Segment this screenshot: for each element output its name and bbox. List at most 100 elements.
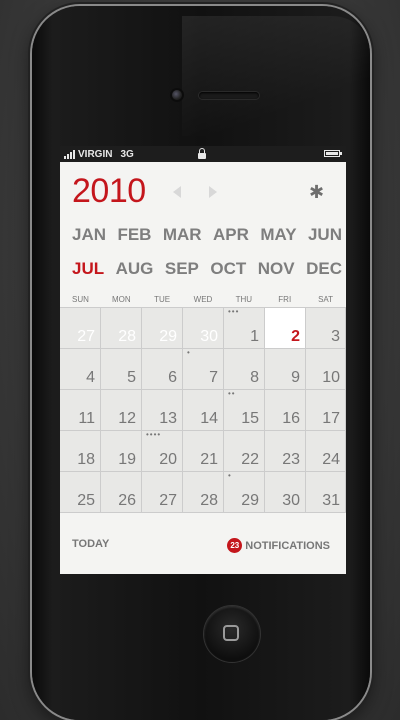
day-number: 16 xyxy=(282,410,300,427)
day-number: 30 xyxy=(282,492,300,509)
weekday-thu: THU xyxy=(235,295,253,304)
status-bar: VIRGIN 3G xyxy=(60,146,346,162)
day-number: 19 xyxy=(118,451,136,468)
lock-icon xyxy=(198,148,206,159)
day-cell[interactable]: 26 xyxy=(101,472,142,513)
earpiece-speaker xyxy=(199,92,259,99)
weekday-sat: SAT xyxy=(318,295,334,304)
calendar-grid: 27 28 29 30 ••• 1 2 3 4 5 6 • 7 8 9 10 11 12 13 14 •• 15 16 17 1… xyxy=(60,307,346,513)
month-jun[interactable]: JUN xyxy=(308,225,342,245)
day-cell[interactable]: 23 xyxy=(265,431,306,472)
day-cell[interactable]: 18 xyxy=(60,431,101,472)
day-number: 29 xyxy=(241,492,259,509)
day-cell[interactable]: • 29 xyxy=(224,472,265,513)
day-cell[interactable]: 25 xyxy=(60,472,101,513)
day-number: 28 xyxy=(118,328,136,345)
month-aug[interactable]: AUG xyxy=(116,259,154,279)
day-cell[interactable]: 9 xyxy=(265,349,306,390)
day-cell[interactable]: 28 xyxy=(101,308,142,349)
month-sep[interactable]: SEP xyxy=(165,259,199,279)
day-number: 9 xyxy=(291,369,300,386)
month-row-2: JUL AUG SEP OCT NOV DEC xyxy=(72,259,342,279)
network-type: 3G xyxy=(120,148,134,160)
day-number: 13 xyxy=(159,410,177,427)
day-cell[interactable]: 31 xyxy=(306,472,346,513)
month-nov[interactable]: NOV xyxy=(258,259,295,279)
weekday-mon: MON xyxy=(111,295,131,304)
month-feb[interactable]: FEB xyxy=(117,225,151,245)
day-cell[interactable]: 30 xyxy=(265,472,306,513)
day-cell[interactable]: 19 xyxy=(101,431,142,472)
month-jan[interactable]: JAN xyxy=(72,225,106,245)
chevron-right-icon[interactable] xyxy=(209,186,217,198)
month-mar[interactable]: MAR xyxy=(163,225,202,245)
day-cell[interactable]: •• 15 xyxy=(224,390,265,431)
day-number: 29 xyxy=(159,328,177,345)
day-cell[interactable]: 24 xyxy=(306,431,346,472)
day-cell[interactable]: 13 xyxy=(142,390,183,431)
month-may[interactable]: MAY xyxy=(260,225,296,245)
day-cell[interactable]: • 7 xyxy=(183,349,224,390)
day-cell[interactable]: 5 xyxy=(101,349,142,390)
day-cell[interactable]: 21 xyxy=(183,431,224,472)
day-cell[interactable]: 27 xyxy=(142,472,183,513)
weekday-wed: WED xyxy=(193,295,213,304)
app-screen: VIRGIN 3G 2010 ✱ JAN FEB MAR APR MAY JUN… xyxy=(60,146,346,574)
day-number: 21 xyxy=(200,451,218,468)
month-apr[interactable]: APR xyxy=(213,225,249,245)
weekday-tue: TUE xyxy=(154,295,171,304)
day-cell[interactable]: 6 xyxy=(142,349,183,390)
day-cell[interactable]: 2 xyxy=(265,308,306,349)
day-number: 25 xyxy=(77,492,95,509)
event-dots: •••• xyxy=(146,430,162,439)
day-cell[interactable]: 29 xyxy=(142,308,183,349)
notifications-count-badge: 23 xyxy=(227,538,243,553)
home-button[interactable] xyxy=(204,606,260,662)
month-oct[interactable]: OCT xyxy=(210,259,246,279)
day-cell[interactable]: 28 xyxy=(183,472,224,513)
day-number: 30 xyxy=(200,328,218,345)
day-cell[interactable]: 10 xyxy=(306,349,346,390)
day-cell[interactable]: 27 xyxy=(60,308,101,349)
gear-icon[interactable]: ✱ xyxy=(309,183,324,201)
year-label: 2010 xyxy=(72,172,146,210)
day-cell[interactable]: 12 xyxy=(101,390,142,431)
today-button[interactable]: TODAY xyxy=(72,538,109,550)
day-number: 1 xyxy=(250,328,259,345)
day-number: 4 xyxy=(86,369,95,386)
day-number: 11 xyxy=(78,410,95,427)
day-cell[interactable]: 16 xyxy=(265,390,306,431)
day-cell[interactable]: 17 xyxy=(306,390,346,431)
day-cell[interactable]: 4 xyxy=(60,349,101,390)
day-cell[interactable]: 14 xyxy=(183,390,224,431)
notifications-label: NOTIFICATIONS xyxy=(245,539,330,552)
event-dots: • xyxy=(187,348,191,357)
day-cell[interactable]: 3 xyxy=(306,308,346,349)
signal-strength-icon xyxy=(64,149,75,159)
day-cell[interactable]: •••• 20 xyxy=(142,431,183,472)
footer-bar: TODAY 23 NOTIFICATIONS xyxy=(60,536,346,556)
chevron-left-icon[interactable] xyxy=(173,186,181,198)
month-jul[interactable]: JUL xyxy=(72,259,104,279)
weekday-fri: FRI xyxy=(278,295,292,304)
day-number: 7 xyxy=(209,369,218,386)
front-camera xyxy=(172,90,182,100)
day-cell[interactable]: 11 xyxy=(60,390,101,431)
day-number: 24 xyxy=(322,451,340,468)
day-number: 14 xyxy=(200,410,218,427)
day-number: 23 xyxy=(282,451,300,468)
day-cell[interactable]: 22 xyxy=(224,431,265,472)
weekday-sun: SUN xyxy=(71,295,89,304)
event-dots: •• xyxy=(228,389,236,398)
day-cell[interactable]: 30 xyxy=(183,308,224,349)
day-cell[interactable]: 8 xyxy=(224,349,265,390)
notifications-button[interactable]: 23 NOTIFICATIONS xyxy=(227,538,330,553)
month-row-1: JAN FEB MAR APR MAY JUN xyxy=(72,225,342,245)
day-number: 2 xyxy=(291,328,300,345)
day-number: 17 xyxy=(322,410,340,427)
home-square-icon xyxy=(223,625,239,641)
day-cell[interactable]: ••• 1 xyxy=(224,308,265,349)
day-number: 27 xyxy=(77,328,95,345)
month-dec[interactable]: DEC xyxy=(306,259,342,279)
day-number: 28 xyxy=(200,492,218,509)
